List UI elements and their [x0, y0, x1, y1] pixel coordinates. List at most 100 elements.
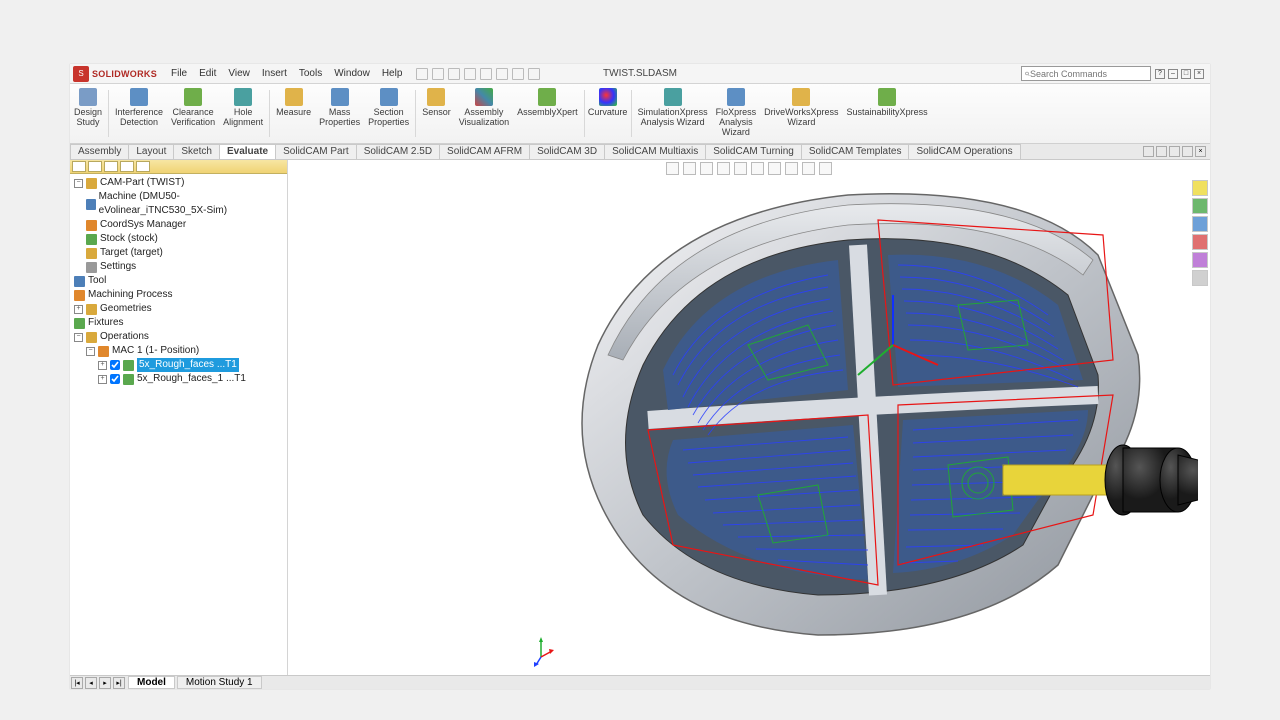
sustainabilityxpress-button[interactable]: SustainabilityXpress: [843, 84, 932, 143]
rib-label: Measure: [276, 108, 311, 118]
menu-help[interactable]: Help: [376, 68, 409, 79]
operations-icon: [86, 332, 97, 343]
tree-op2[interactable]: +5x_Rough_faces_1 ...T1: [74, 372, 283, 386]
measure-icon: [285, 88, 303, 106]
maximize-icon[interactable]: □: [1181, 69, 1191, 79]
new-icon[interactable]: [416, 68, 428, 80]
simulationxpress-button[interactable]: SimulationXpress Analysis Wizard: [634, 84, 712, 143]
next-tab-icon[interactable]: ▸: [99, 677, 111, 689]
rebuild-icon[interactable]: [512, 68, 524, 80]
settings-icon: [86, 262, 97, 273]
tree-operations[interactable]: −Operations: [74, 330, 283, 344]
two-view-icon[interactable]: [1156, 146, 1167, 157]
rib-label: AssemblyXpert: [517, 108, 578, 118]
tab-solidcam-templates[interactable]: SolidCAM Templates: [801, 144, 910, 159]
tree-target[interactable]: Target (target): [74, 246, 283, 260]
link-views-icon[interactable]: [1182, 146, 1193, 157]
tree-machining[interactable]: Machining Process: [74, 288, 283, 302]
select-icon[interactable]: [496, 68, 508, 80]
tab-layout[interactable]: Layout: [128, 144, 174, 159]
close-icon[interactable]: ×: [1194, 69, 1204, 79]
undo-icon[interactable]: [480, 68, 492, 80]
tree-machine[interactable]: Machine (DMU50-eVolinear_iTNC530_5X-Sim): [74, 190, 283, 218]
sensor-button[interactable]: Sensor: [418, 84, 455, 143]
search-commands-input[interactable]: [1021, 66, 1151, 81]
design-study-button[interactable]: Design Study: [70, 84, 106, 143]
tree-fixtures[interactable]: Fixtures: [74, 316, 283, 330]
tab-solidcam-3d[interactable]: SolidCAM 3D: [529, 144, 605, 159]
tree-settings[interactable]: Settings: [74, 260, 283, 274]
tree-tab-config-icon[interactable]: [104, 161, 118, 172]
menu-insert[interactable]: Insert: [256, 68, 293, 79]
first-tab-icon[interactable]: |◂: [71, 677, 83, 689]
rib-label: SimulationXpress Analysis Wizard: [638, 108, 708, 128]
clearance-verification-button[interactable]: Clearance Verification: [167, 84, 219, 143]
four-view-icon[interactable]: [1169, 146, 1180, 157]
driveworksxpress-button[interactable]: DriveWorksXpress Wizard: [760, 84, 842, 143]
tree-tab-cam-icon[interactable]: [136, 161, 150, 172]
tab-solidcam-afrm[interactable]: SolidCAM AFRM: [439, 144, 530, 159]
tree-geometries[interactable]: +Geometries: [74, 302, 283, 316]
tree-root[interactable]: −CAM-Part (TWIST): [74, 176, 283, 190]
menu-view[interactable]: View: [222, 68, 256, 79]
options-icon[interactable]: [528, 68, 540, 80]
prev-tab-icon[interactable]: ◂: [85, 677, 97, 689]
graphics-viewport[interactable]: [288, 160, 1210, 675]
open-icon[interactable]: [432, 68, 444, 80]
menu-bar: S SOLIDWORKS File Edit View Insert Tools…: [70, 64, 1210, 84]
clearance-icon: [184, 88, 202, 106]
op2-checkbox[interactable]: [110, 374, 120, 384]
tree-tool[interactable]: Tool: [74, 274, 283, 288]
rib-label: SustainabilityXpress: [847, 108, 928, 118]
print-icon[interactable]: [464, 68, 476, 80]
design-study-icon: [79, 88, 97, 106]
tree-tab-bar: [70, 160, 287, 174]
menu-edit[interactable]: Edit: [193, 68, 222, 79]
tree-tab-feature-icon[interactable]: [72, 161, 86, 172]
menu-tools[interactable]: Tools: [293, 68, 328, 79]
section-properties-button[interactable]: Section Properties: [364, 84, 413, 143]
last-tab-icon[interactable]: ▸|: [113, 677, 125, 689]
save-icon[interactable]: [448, 68, 460, 80]
bottom-tabs: |◂ ◂ ▸ ▸| Model Motion Study 1: [70, 675, 1210, 689]
search-field[interactable]: [1030, 69, 1147, 79]
tab-solidcam-multiaxis[interactable]: SolidCAM Multiaxis: [604, 144, 706, 159]
tab-solidcam-25d[interactable]: SolidCAM 2.5D: [356, 144, 440, 159]
tree-coordsys[interactable]: CoordSys Manager: [74, 218, 283, 232]
menu-file[interactable]: File: [165, 68, 193, 79]
curvature-button[interactable]: Curvature: [587, 84, 629, 143]
hole-alignment-button[interactable]: Hole Alignment: [219, 84, 267, 143]
mass-properties-button[interactable]: Mass Properties: [315, 84, 364, 143]
assembly-visualization-button[interactable]: Assembly Visualization: [455, 84, 513, 143]
measure-button[interactable]: Measure: [272, 84, 315, 143]
app-brand: SOLIDWORKS: [92, 69, 157, 79]
floxpress-button[interactable]: FloXpress Analysis Wizard: [712, 84, 761, 143]
viewport-layout-controls: ×: [1143, 144, 1210, 159]
bottom-tab-motion-study[interactable]: Motion Study 1: [177, 676, 262, 689]
tree-tab-property-icon[interactable]: [88, 161, 102, 172]
app-window: S SOLIDWORKS File Edit View Insert Tools…: [70, 64, 1210, 689]
tab-evaluate[interactable]: Evaluate: [219, 144, 276, 159]
tree-mac1[interactable]: −MAC 1 (1- Position): [74, 344, 283, 358]
interference-detection-button[interactable]: Interference Detection: [111, 84, 167, 143]
minimize-icon[interactable]: –: [1168, 69, 1178, 79]
tree-op1[interactable]: +5x_Rough_faces ...T1: [74, 358, 283, 372]
tab-solidcam-part[interactable]: SolidCAM Part: [275, 144, 357, 159]
bottom-tab-model[interactable]: Model: [128, 676, 175, 689]
cam-part-icon: [86, 178, 97, 189]
sensor-icon: [427, 88, 445, 106]
tree-stock[interactable]: Stock (stock): [74, 232, 283, 246]
single-view-icon[interactable]: [1143, 146, 1154, 157]
menu-window[interactable]: Window: [328, 68, 376, 79]
close-viewport-icon[interactable]: ×: [1195, 146, 1206, 157]
stock-icon: [86, 234, 97, 245]
help-icon[interactable]: ?: [1155, 69, 1165, 79]
assemblyxpert-button[interactable]: AssemblyXpert: [513, 84, 582, 143]
machining-icon: [74, 290, 85, 301]
tree-tab-display-icon[interactable]: [120, 161, 134, 172]
tab-sketch[interactable]: Sketch: [173, 144, 220, 159]
tab-solidcam-turning[interactable]: SolidCAM Turning: [705, 144, 802, 159]
tab-solidcam-operations[interactable]: SolidCAM Operations: [908, 144, 1020, 159]
tab-assembly[interactable]: Assembly: [70, 144, 129, 159]
op1-checkbox[interactable]: [110, 360, 120, 370]
